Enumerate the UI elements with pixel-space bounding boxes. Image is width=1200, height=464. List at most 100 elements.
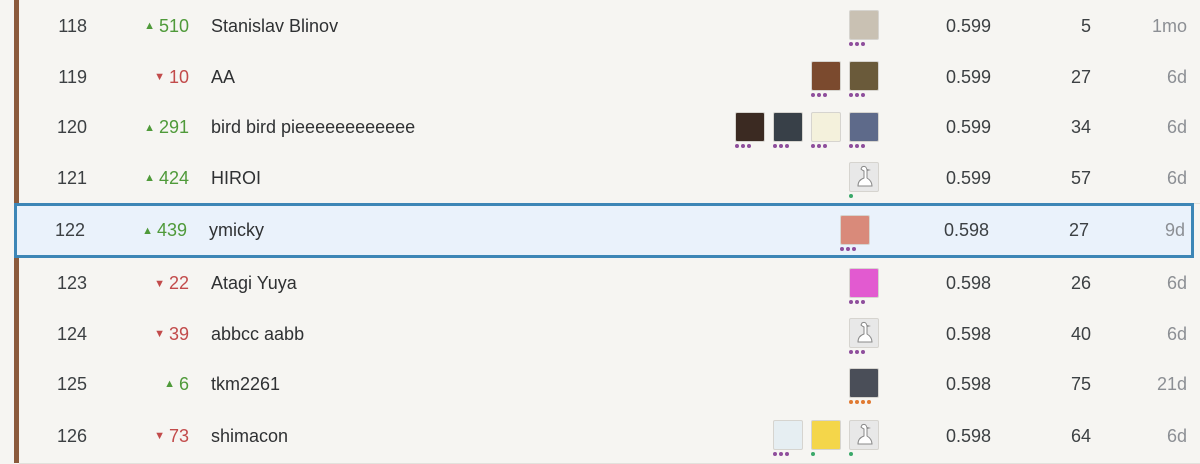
leaderboard-table: 118 ▲ 510 Stanislav Blinov 0.599 5 1mo 119 ▼ 10 AA… — [14, 0, 1200, 464]
member-avatar[interactable] — [849, 314, 881, 354]
tier-dots — [773, 452, 789, 456]
entries-cell: 75 — [1070, 373, 1091, 394]
tier-dots — [773, 143, 789, 148]
triangle-up-icon: ▲ — [164, 378, 175, 390]
team-members — [849, 309, 881, 359]
tier-dot — [849, 452, 853, 456]
team-members — [849, 359, 881, 409]
member-avatar[interactable] — [849, 6, 881, 46]
rank-cell: 124 — [56, 323, 87, 344]
anime-girl-red-hair-icon — [840, 214, 870, 245]
member-avatar[interactable] — [811, 108, 843, 148]
rank-change-value: 10 — [168, 66, 189, 87]
table-row[interactable]: 122 ▲ 439 ymicky 0.598 27 9d — [14, 203, 1194, 258]
team-name-link[interactable]: tkm2261 — [211, 359, 280, 409]
member-avatar[interactable] — [735, 108, 767, 148]
team-name-link[interactable]: HIROI — [211, 153, 261, 203]
member-avatar[interactable] — [773, 108, 805, 148]
rank-change-value: 73 — [168, 425, 189, 446]
table-row[interactable]: 125 ▲ 6 tkm2261 0.598 75 21d — [19, 359, 1200, 410]
score-cell: 0.598 — [943, 220, 989, 240]
score-cell: 0.598 — [945, 425, 991, 446]
member-avatar[interactable] — [849, 108, 881, 148]
tier-dots — [849, 350, 865, 354]
team-members — [735, 102, 881, 153]
member-avatar[interactable] — [849, 416, 881, 456]
tier-dot — [846, 246, 850, 251]
rank-change: ▼ 10 — [109, 52, 189, 102]
last-submission-cell: 1mo — [1151, 15, 1187, 36]
tier-dot — [779, 452, 783, 456]
tier-dot — [861, 299, 865, 304]
tier-dot — [823, 143, 827, 148]
tier-dots — [849, 143, 865, 148]
table-row[interactable]: 123 ▼ 22 Atagi Yuya 0.598 26 6d — [19, 258, 1200, 310]
team-name-link[interactable]: Stanislav Blinov — [211, 0, 338, 52]
triangle-down-icon: ▼ — [154, 71, 165, 83]
triangle-up-icon: ▲ — [144, 121, 155, 134]
tier-dot — [811, 143, 815, 148]
table-row[interactable]: 120 ▲ 291 bird bird pieeeeeeeeeeee 0.599 34 6d — [19, 102, 1200, 154]
team-name-link[interactable]: shimacon — [211, 409, 288, 463]
member-avatar[interactable] — [811, 57, 843, 97]
table-row[interactable]: 118 ▲ 510 Stanislav Blinov 0.599 5 1mo — [19, 0, 1200, 53]
entries-cell: 57 — [1070, 167, 1091, 188]
entries-cell: 34 — [1070, 117, 1091, 137]
table-row[interactable]: 126 ▼ 73 shimacon 0.598 64 6d — [19, 409, 1200, 464]
team-name-link[interactable]: Atagi Yuya — [211, 258, 297, 309]
tier-dot — [773, 452, 777, 456]
entries-cell: 64 — [1070, 425, 1091, 446]
rank-change-value: 439 — [156, 220, 187, 240]
tier-dots — [849, 42, 865, 46]
witch-character-icon — [773, 420, 803, 450]
tier-dot — [779, 143, 783, 148]
score-cell: 0.598 — [945, 273, 991, 293]
member-avatar[interactable] — [849, 364, 881, 404]
member-avatar[interactable] — [849, 57, 881, 97]
team-name-link[interactable]: AA — [211, 52, 235, 102]
tier-dots — [849, 299, 865, 304]
tier-dot — [855, 93, 859, 97]
triangle-up-icon: ▲ — [142, 224, 153, 237]
anime-character-sunglasses-icon — [773, 111, 803, 142]
score-cell: 0.598 — [945, 373, 991, 394]
last-submission-cell: 6d — [1166, 425, 1187, 446]
tier-dot — [861, 143, 865, 148]
tier-dots — [849, 194, 853, 198]
member-avatar[interactable] — [840, 211, 872, 251]
rank-change-value: 39 — [168, 323, 189, 344]
tier-dot — [785, 452, 789, 456]
tier-dot — [849, 93, 853, 97]
pink-circle-logo-icon — [849, 267, 879, 298]
tier-dot — [855, 400, 859, 404]
team-name-link[interactable]: ymicky — [209, 206, 264, 255]
score-cell: 0.599 — [945, 15, 991, 36]
tier-dot — [849, 143, 853, 148]
table-row[interactable]: 121 ▲ 424 HIROI 0.599 57 6d — [19, 153, 1200, 204]
rank-cell: 123 — [56, 273, 87, 293]
rank-change-value: 291 — [158, 117, 189, 137]
table-row[interactable]: 124 ▼ 39 abbcc aabb 0.598 40 6d — [19, 309, 1200, 360]
member-avatar[interactable] — [773, 416, 805, 456]
rank-change: ▲ 439 — [107, 206, 187, 255]
team-members — [849, 258, 881, 309]
last-submission-cell: 21d — [1156, 373, 1187, 394]
triangle-up-icon: ▲ — [144, 20, 155, 32]
last-submission-cell: 6d — [1166, 117, 1187, 137]
tier-dots — [840, 246, 856, 251]
rank-cell: 122 — [54, 220, 85, 240]
tier-dot — [855, 350, 859, 354]
team-name-link[interactable]: bird bird pieeeeeeeeeeee — [211, 102, 415, 153]
last-submission-cell: 6d — [1166, 66, 1187, 87]
tier-dot — [861, 400, 865, 404]
last-submission-cell: 6d — [1166, 273, 1187, 293]
team-name-link[interactable]: abbcc aabb — [211, 309, 304, 359]
portrait-man-suit-icon — [849, 10, 879, 40]
tier-dot — [849, 42, 853, 46]
member-avatar[interactable] — [849, 264, 881, 304]
tier-dots — [849, 452, 853, 456]
rank-change: ▼ 39 — [109, 309, 189, 359]
member-avatar[interactable] — [811, 416, 843, 456]
table-row[interactable]: 119 ▼ 10 AA 0.599 27 6d — [19, 52, 1200, 103]
member-avatar[interactable] — [849, 158, 881, 198]
